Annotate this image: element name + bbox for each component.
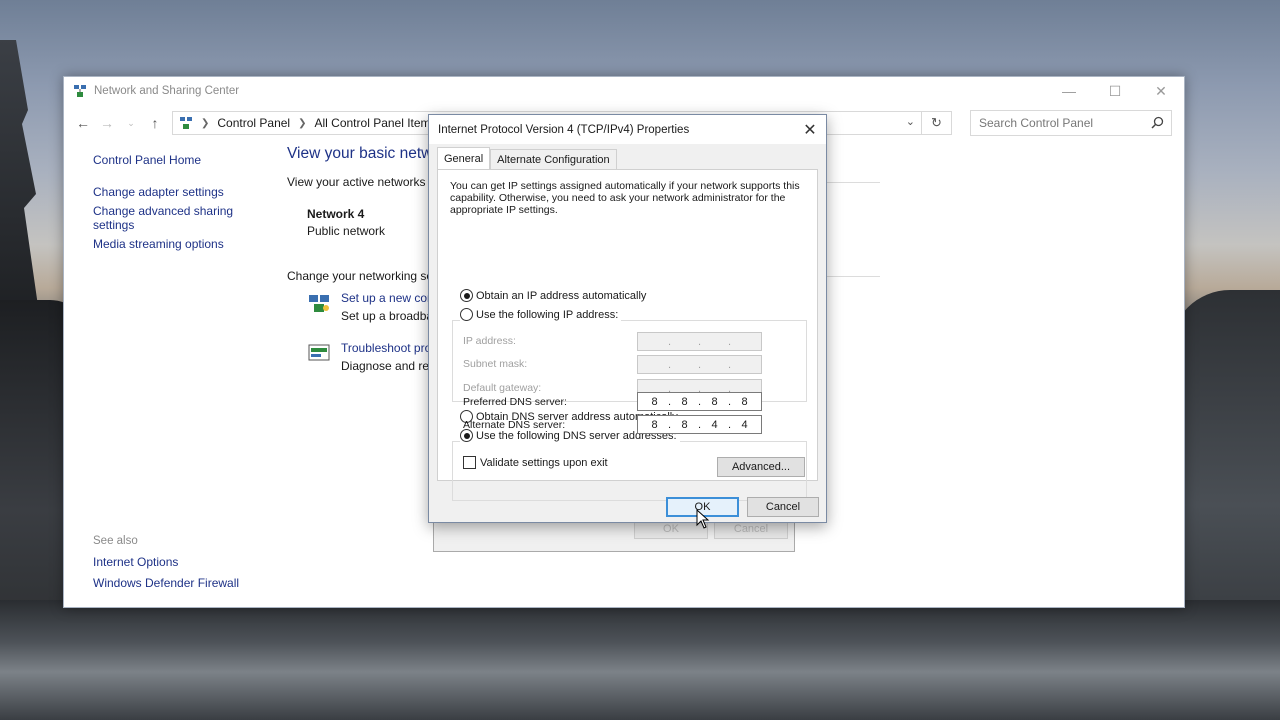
breadcrumb-separator-icon: ❯ [298,117,307,129]
sidebar-change-advanced-sharing[interactable]: Change advanced sharing settings [93,204,263,232]
sidebar: Control Panel Home Change adapter settin… [93,153,263,256]
alternate-dns-octet-4[interactable]: 4 [736,419,754,431]
up-arrow-icon[interactable]: ↑ [144,112,166,134]
window-title: Network and Sharing Center [94,85,240,97]
network-type: Public network [307,224,386,238]
troubleshoot-desc: Diagnose and rep [341,359,436,373]
use-following-ip-label: Use the following IP address: [476,308,619,321]
use-following-ip-radio[interactable] [460,308,473,321]
setup-connection-icon [309,295,329,312]
dialog-titlebar: Internet Protocol Version 4 (TCP/IPv4) P… [429,115,826,144]
preferred-dns-octet-4[interactable]: 8 [736,396,754,408]
search-input[interactable]: Search Control Panel [970,110,1172,136]
task-troubleshoot: Troubleshoot pro Diagnose and rep [307,341,436,373]
obtain-ip-auto-radio[interactable] [460,289,473,302]
background-rock-bottom [0,600,1280,720]
preferred-dns-octet-3[interactable]: 8 [706,396,724,408]
general-tab-panel: You can get IP settings assigned automat… [437,169,818,501]
search-icon [1151,116,1164,129]
preferred-dns-octet-2[interactable]: 8 [676,396,694,408]
close-window-button[interactable]: ✕ [1138,77,1184,105]
alternate-dns-label: Alternate DNS server: [463,419,566,431]
tab-alternate-configuration[interactable]: Alternate Configuration [490,149,617,169]
network-name: Network 4 [307,207,365,221]
window-controls: — ☐ ✕ [1046,77,1184,105]
see-also-internet-options[interactable]: Internet Options [93,555,239,569]
intro-text: You can get IP settings assigned automat… [450,180,800,216]
advanced-button[interactable]: Advanced... [717,457,805,477]
ip-address-label: IP address: [463,335,516,347]
troubleshoot-link[interactable]: Troubleshoot pro [341,341,436,355]
sidebar-media-streaming[interactable]: Media streaming options [93,237,263,251]
network-app-icon [74,85,86,97]
maximize-button[interactable]: ☐ [1092,77,1138,105]
recent-locations-chevron-icon[interactable]: ⌄ [120,112,142,134]
obtain-ip-auto-option[interactable]: Obtain an IP address automatically [460,289,646,302]
change-networking-header: Change your networking se [287,269,434,283]
preferred-dns-octet-1[interactable]: 8 [646,396,664,408]
back-arrow-icon[interactable]: ← [72,112,94,134]
subnet-mask-input: ... [637,355,762,374]
ip-address-input: ... [637,332,762,351]
refresh-icon[interactable]: ↻ [921,112,951,134]
address-dropdown-icon[interactable]: ⌄ [906,115,915,128]
preferred-dns-label: Preferred DNS server: [463,396,567,408]
dialog-tabs: General Alternate Configuration [437,147,617,169]
cancel-button[interactable]: Cancel [747,497,819,517]
obtain-ip-auto-label: Obtain an IP address automatically [476,289,647,302]
tab-general[interactable]: General [437,147,491,169]
see-also-section: See also Internet Options Windows Defend… [93,535,239,597]
use-following-ip-option[interactable]: Use the following IP address: [460,308,622,321]
ipv4-properties-dialog: Internet Protocol Version 4 (TCP/IPv4) P… [428,114,827,523]
sidebar-control-panel-home[interactable]: Control Panel Home [93,153,263,167]
search-placeholder: Search Control Panel [979,116,1094,130]
default-gateway-label: Default gateway: [463,382,542,394]
dialog-title: Internet Protocol Version 4 (TCP/IPv4) P… [438,123,690,136]
minimize-button[interactable]: — [1046,77,1092,105]
validate-settings-label: Validate settings upon exit [480,456,608,469]
dialog-close-icon[interactable]: ✕ [794,115,826,144]
troubleshoot-icon [308,344,330,361]
see-also-defender-firewall[interactable]: Windows Defender Firewall [93,576,239,590]
control-panel-icon [180,117,192,129]
forward-arrow-icon[interactable]: → [96,112,118,134]
setup-connection-desc: Set up a broadba [341,309,434,323]
background-tree [0,40,40,320]
see-also-header: See also [93,535,138,547]
alternate-dns-octet-3[interactable]: 4 [706,419,724,431]
alternate-dns-octet-1[interactable]: 8 [646,419,664,431]
breadcrumb-separator-icon: ❯ [201,117,210,129]
setup-connection-link[interactable]: Set up a new con [341,291,434,305]
subnet-mask-label: Subnet mask: [463,358,528,370]
breadcrumb-control-panel[interactable]: Control Panel [217,116,290,130]
breadcrumb-all-items[interactable]: All Control Panel Items [315,116,437,130]
validate-settings-checkbox[interactable] [463,456,476,469]
validate-settings-option[interactable]: Validate settings upon exit [463,456,608,469]
alternate-dns-octet-2[interactable]: 8 [676,419,694,431]
mouse-cursor-icon [696,509,710,529]
preferred-dns-input[interactable]: 8. 8. 8. 8 [637,392,762,411]
sidebar-change-adapter-settings[interactable]: Change adapter settings [93,185,263,199]
alternate-dns-input[interactable]: 8. 8. 4. 4 [637,415,762,434]
task-setup-connection: Set up a new con Set up a broadba [307,291,434,323]
window-titlebar: Network and Sharing Center [64,77,1184,105]
